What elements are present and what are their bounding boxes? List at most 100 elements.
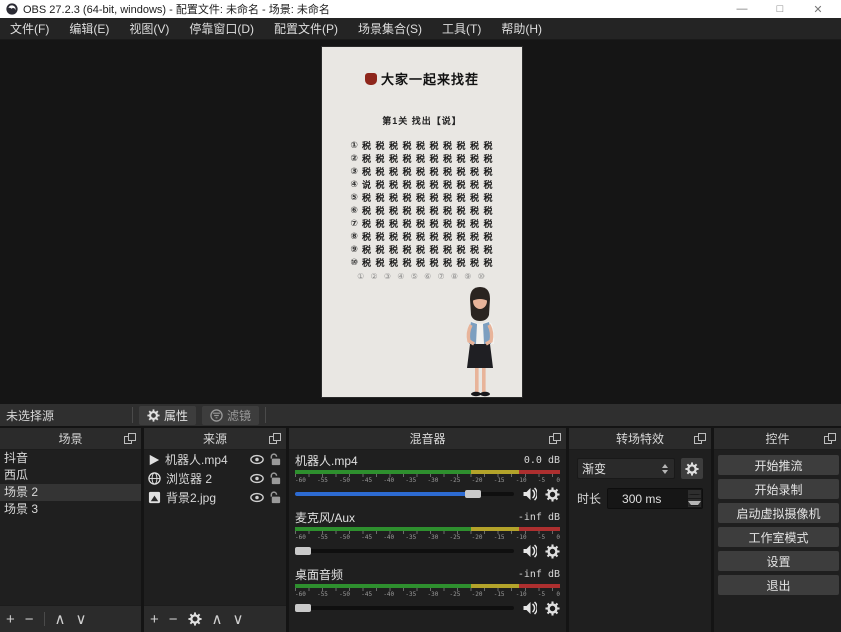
slider-handle[interactable]	[465, 490, 481, 498]
lock-icon[interactable]	[269, 472, 282, 485]
speaker-icon[interactable]	[522, 601, 537, 615]
db-value: -inf dB	[518, 569, 560, 580]
volume-slider[interactable]	[295, 544, 514, 558]
window-title: OBS 27.2.3 (64-bit, windows) - 配置文件: 未命名…	[23, 1, 723, 17]
start-recording-button[interactable]: 开始录制	[718, 479, 839, 499]
move-scene-up-button[interactable]: ∧	[55, 612, 66, 627]
popout-icon[interactable]	[549, 433, 561, 444]
sources-panel-header[interactable]: 来源	[144, 428, 286, 450]
channel-gear-icon[interactable]	[545, 487, 560, 502]
controls-panel-header[interactable]: 控件	[714, 428, 841, 450]
grid-row: ⑧税 税 税 税 税 税 税 税 税 税	[322, 230, 522, 243]
audio-mixer-panel: 混音器 机器人.mp4 0.0 dB -60-55-50-45-40-35-30…	[289, 428, 566, 632]
transition-properties-button[interactable]	[681, 458, 703, 479]
visibility-eye-icon[interactable]	[250, 454, 264, 465]
sources-toolbar: + − ∧ ∨	[144, 605, 286, 632]
scenes-panel-header[interactable]: 场景	[0, 428, 141, 450]
source-item[interactable]: 背景2.jpg	[144, 488, 286, 507]
grid-row: ⑦税 税 税 税 税 税 税 税 税 税	[322, 217, 522, 230]
exit-button[interactable]: 退出	[718, 575, 839, 595]
game-subtitle: 第1关 找出【说】	[322, 114, 522, 127]
move-source-up-button[interactable]: ∧	[212, 612, 223, 627]
slider-handle[interactable]	[295, 604, 311, 612]
properties-button[interactable]: 属性	[139, 406, 196, 425]
duration-spinner[interactable]	[688, 490, 701, 507]
scene-item[interactable]: 抖音	[0, 450, 141, 467]
speaker-icon[interactable]	[522, 544, 537, 558]
grid-row: ①税 税 税 税 税 税 税 税 税 税	[322, 139, 522, 152]
transitions-panel: 转场特效 渐变 时长 300 ms	[569, 428, 711, 632]
transitions-panel-header[interactable]: 转场特效	[569, 428, 711, 450]
menu-tools[interactable]: 工具(T)	[432, 18, 491, 40]
maximize-button[interactable]: □	[761, 0, 799, 18]
spin-down-icon[interactable]	[688, 499, 701, 507]
close-button[interactable]: ✕	[799, 0, 837, 18]
remove-scene-button[interactable]: −	[25, 612, 34, 627]
visibility-eye-icon[interactable]	[250, 492, 264, 503]
source-item[interactable]: 浏览器 2	[144, 469, 286, 488]
lock-icon[interactable]	[269, 491, 282, 504]
minimize-button[interactable]: —	[723, 0, 761, 18]
spin-up-icon[interactable]	[688, 490, 701, 499]
popout-icon[interactable]	[694, 433, 706, 444]
start-streaming-button[interactable]: 开始推流	[718, 455, 839, 475]
presenter-character	[452, 285, 508, 397]
volume-slider[interactable]	[295, 601, 514, 615]
scenes-panel: 场景 抖音 西瓜 场景 2 场景 3 + − ∧ ∨	[0, 428, 141, 632]
menu-view[interactable]: 视图(V)	[119, 18, 179, 40]
separator	[44, 612, 45, 626]
visibility-eye-icon[interactable]	[250, 473, 264, 484]
start-virtual-camera-button[interactable]: 启动虚拟摄像机	[718, 503, 839, 523]
sources-panel: 来源 机器人.mp4 浏览器 2 背景2.jpg	[144, 428, 286, 632]
obs-logo-icon	[6, 3, 18, 15]
menu-profile[interactable]: 配置文件(P)	[264, 18, 348, 40]
menu-help[interactable]: 帮助(H)	[491, 18, 552, 40]
media-play-icon	[148, 454, 160, 466]
menu-bar: 文件(F) 编辑(E) 视图(V) 停靠窗口(D) 配置文件(P) 场景集合(S…	[0, 18, 841, 40]
lock-icon[interactable]	[269, 453, 282, 466]
studio-mode-button[interactable]: 工作室模式	[718, 527, 839, 547]
separator	[265, 407, 266, 423]
gear-icon	[685, 462, 699, 476]
menu-scene-collection[interactable]: 场景集合(S)	[348, 18, 432, 40]
menu-docks[interactable]: 停靠窗口(D)	[179, 18, 264, 40]
move-scene-down-button[interactable]: ∨	[76, 612, 87, 627]
grid-row: ⑩税 税 税 税 税 税 税 税 税 税	[322, 256, 522, 269]
popout-icon[interactable]	[269, 433, 281, 444]
source-item[interactable]: 机器人.mp4	[144, 450, 286, 469]
grid-row: ③税 税 税 税 税 税 税 税 税 税	[322, 165, 522, 178]
mixer-channel-media: 机器人.mp4 0.0 dB -60-55-50-45-40-35-30-25-…	[295, 453, 560, 502]
speaker-icon[interactable]	[522, 487, 537, 501]
channel-gear-icon[interactable]	[545, 601, 560, 616]
add-source-button[interactable]: +	[150, 612, 159, 627]
scene-item[interactable]: 西瓜	[0, 467, 141, 484]
scene-item-selected[interactable]: 场景 2	[0, 484, 141, 501]
mixer-panel-header[interactable]: 混音器	[289, 428, 566, 450]
menu-edit[interactable]: 编辑(E)	[59, 18, 119, 40]
move-source-down-button[interactable]: ∨	[233, 612, 244, 627]
window-titlebar: OBS 27.2.3 (64-bit, windows) - 配置文件: 未命名…	[0, 0, 841, 18]
volume-slider[interactable]	[295, 487, 514, 501]
scene-item[interactable]: 场景 3	[0, 501, 141, 518]
source-properties-gear-icon[interactable]	[188, 612, 202, 626]
db-value: 0.0 dB	[524, 455, 560, 466]
db-value: -inf dB	[518, 512, 560, 523]
preview-area[interactable]: 大家一起来找茬 第1关 找出【说】 ①税 税 税 税 税 税 税 税 税 税 ②…	[0, 40, 841, 404]
channel-gear-icon[interactable]	[545, 544, 560, 559]
remove-source-button[interactable]: −	[169, 612, 178, 627]
filter-icon	[210, 409, 223, 422]
filters-button[interactable]: 滤镜	[202, 406, 259, 425]
grid-footer-numbers: ① ② ③ ④ ⑤ ⑥ ⑦ ⑧ ⑨ ⑩	[322, 272, 522, 281]
scene-list: 抖音 西瓜 场景 2 场景 3	[0, 450, 141, 605]
settings-button[interactable]: 设置	[718, 551, 839, 571]
video-canvas[interactable]: 大家一起来找茬 第1关 找出【说】 ①税 税 税 税 税 税 税 税 税 税 ②…	[322, 47, 522, 397]
popout-icon[interactable]	[824, 433, 836, 444]
meter-tick-labels: -60-55-50-45-40-35-30-25-20-15-10-50	[295, 534, 560, 541]
transition-select[interactable]: 渐变	[577, 458, 675, 479]
add-scene-button[interactable]: +	[6, 612, 15, 627]
duration-input[interactable]: 300 ms	[607, 488, 703, 509]
menu-file[interactable]: 文件(F)	[0, 18, 59, 40]
slider-handle[interactable]	[295, 547, 311, 555]
popout-icon[interactable]	[124, 433, 136, 444]
transitions-body: 渐变 时长 300 ms	[569, 450, 711, 632]
